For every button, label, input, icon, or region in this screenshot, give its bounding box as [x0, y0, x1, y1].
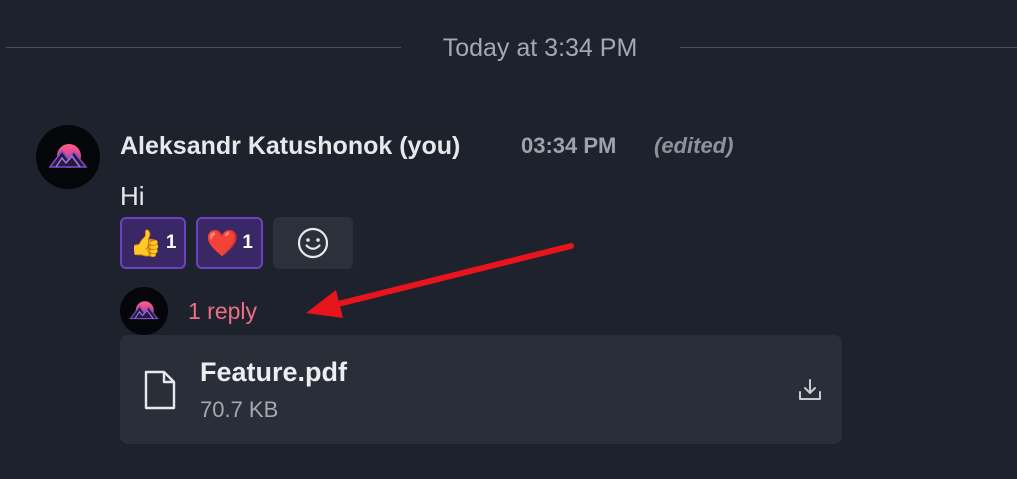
avatar-mountain-icon — [48, 144, 88, 168]
date-divider-line-right — [680, 47, 1017, 48]
reaction-heart-button[interactable]: ❤️ 1 — [196, 217, 263, 269]
reaction-thumbs-up-button[interactable]: 👍 1 — [120, 217, 186, 269]
reply-avatar[interactable] — [120, 287, 168, 335]
avatar-mountain-icon — [129, 301, 159, 320]
file-attachment-card[interactable]: Feature.pdf 70.7 KB — [120, 335, 842, 444]
add-reaction-button[interactable] — [273, 217, 353, 269]
avatar[interactable] — [36, 125, 100, 189]
date-divider-label: Today at 3:34 PM — [442, 34, 638, 62]
message-timestamp: 03:34 PM — [521, 133, 617, 158]
message-author[interactable]: Aleksandr Katushonok (you) — [120, 130, 460, 162]
file-icon — [144, 370, 176, 410]
heart-icon: ❤️ — [206, 228, 239, 258]
reaction-count: 1 — [165, 232, 177, 253]
chat-view: Today at 3:34 PM Aleksandr Katushonok (y… — [0, 0, 1017, 479]
edited-label: (edited) — [654, 133, 734, 158]
smiley-face-icon — [297, 227, 329, 259]
thread-reply-link[interactable]: 1 reply — [188, 296, 257, 326]
file-size: 70.7 KB — [200, 397, 279, 422]
thumbs-up-icon: 👍 — [129, 228, 162, 258]
file-name: Feature.pdf — [200, 357, 348, 387]
download-icon[interactable] — [796, 376, 824, 404]
date-divider-line-left — [6, 47, 401, 48]
reaction-count: 1 — [242, 232, 253, 253]
message-text: Hi — [120, 181, 145, 211]
